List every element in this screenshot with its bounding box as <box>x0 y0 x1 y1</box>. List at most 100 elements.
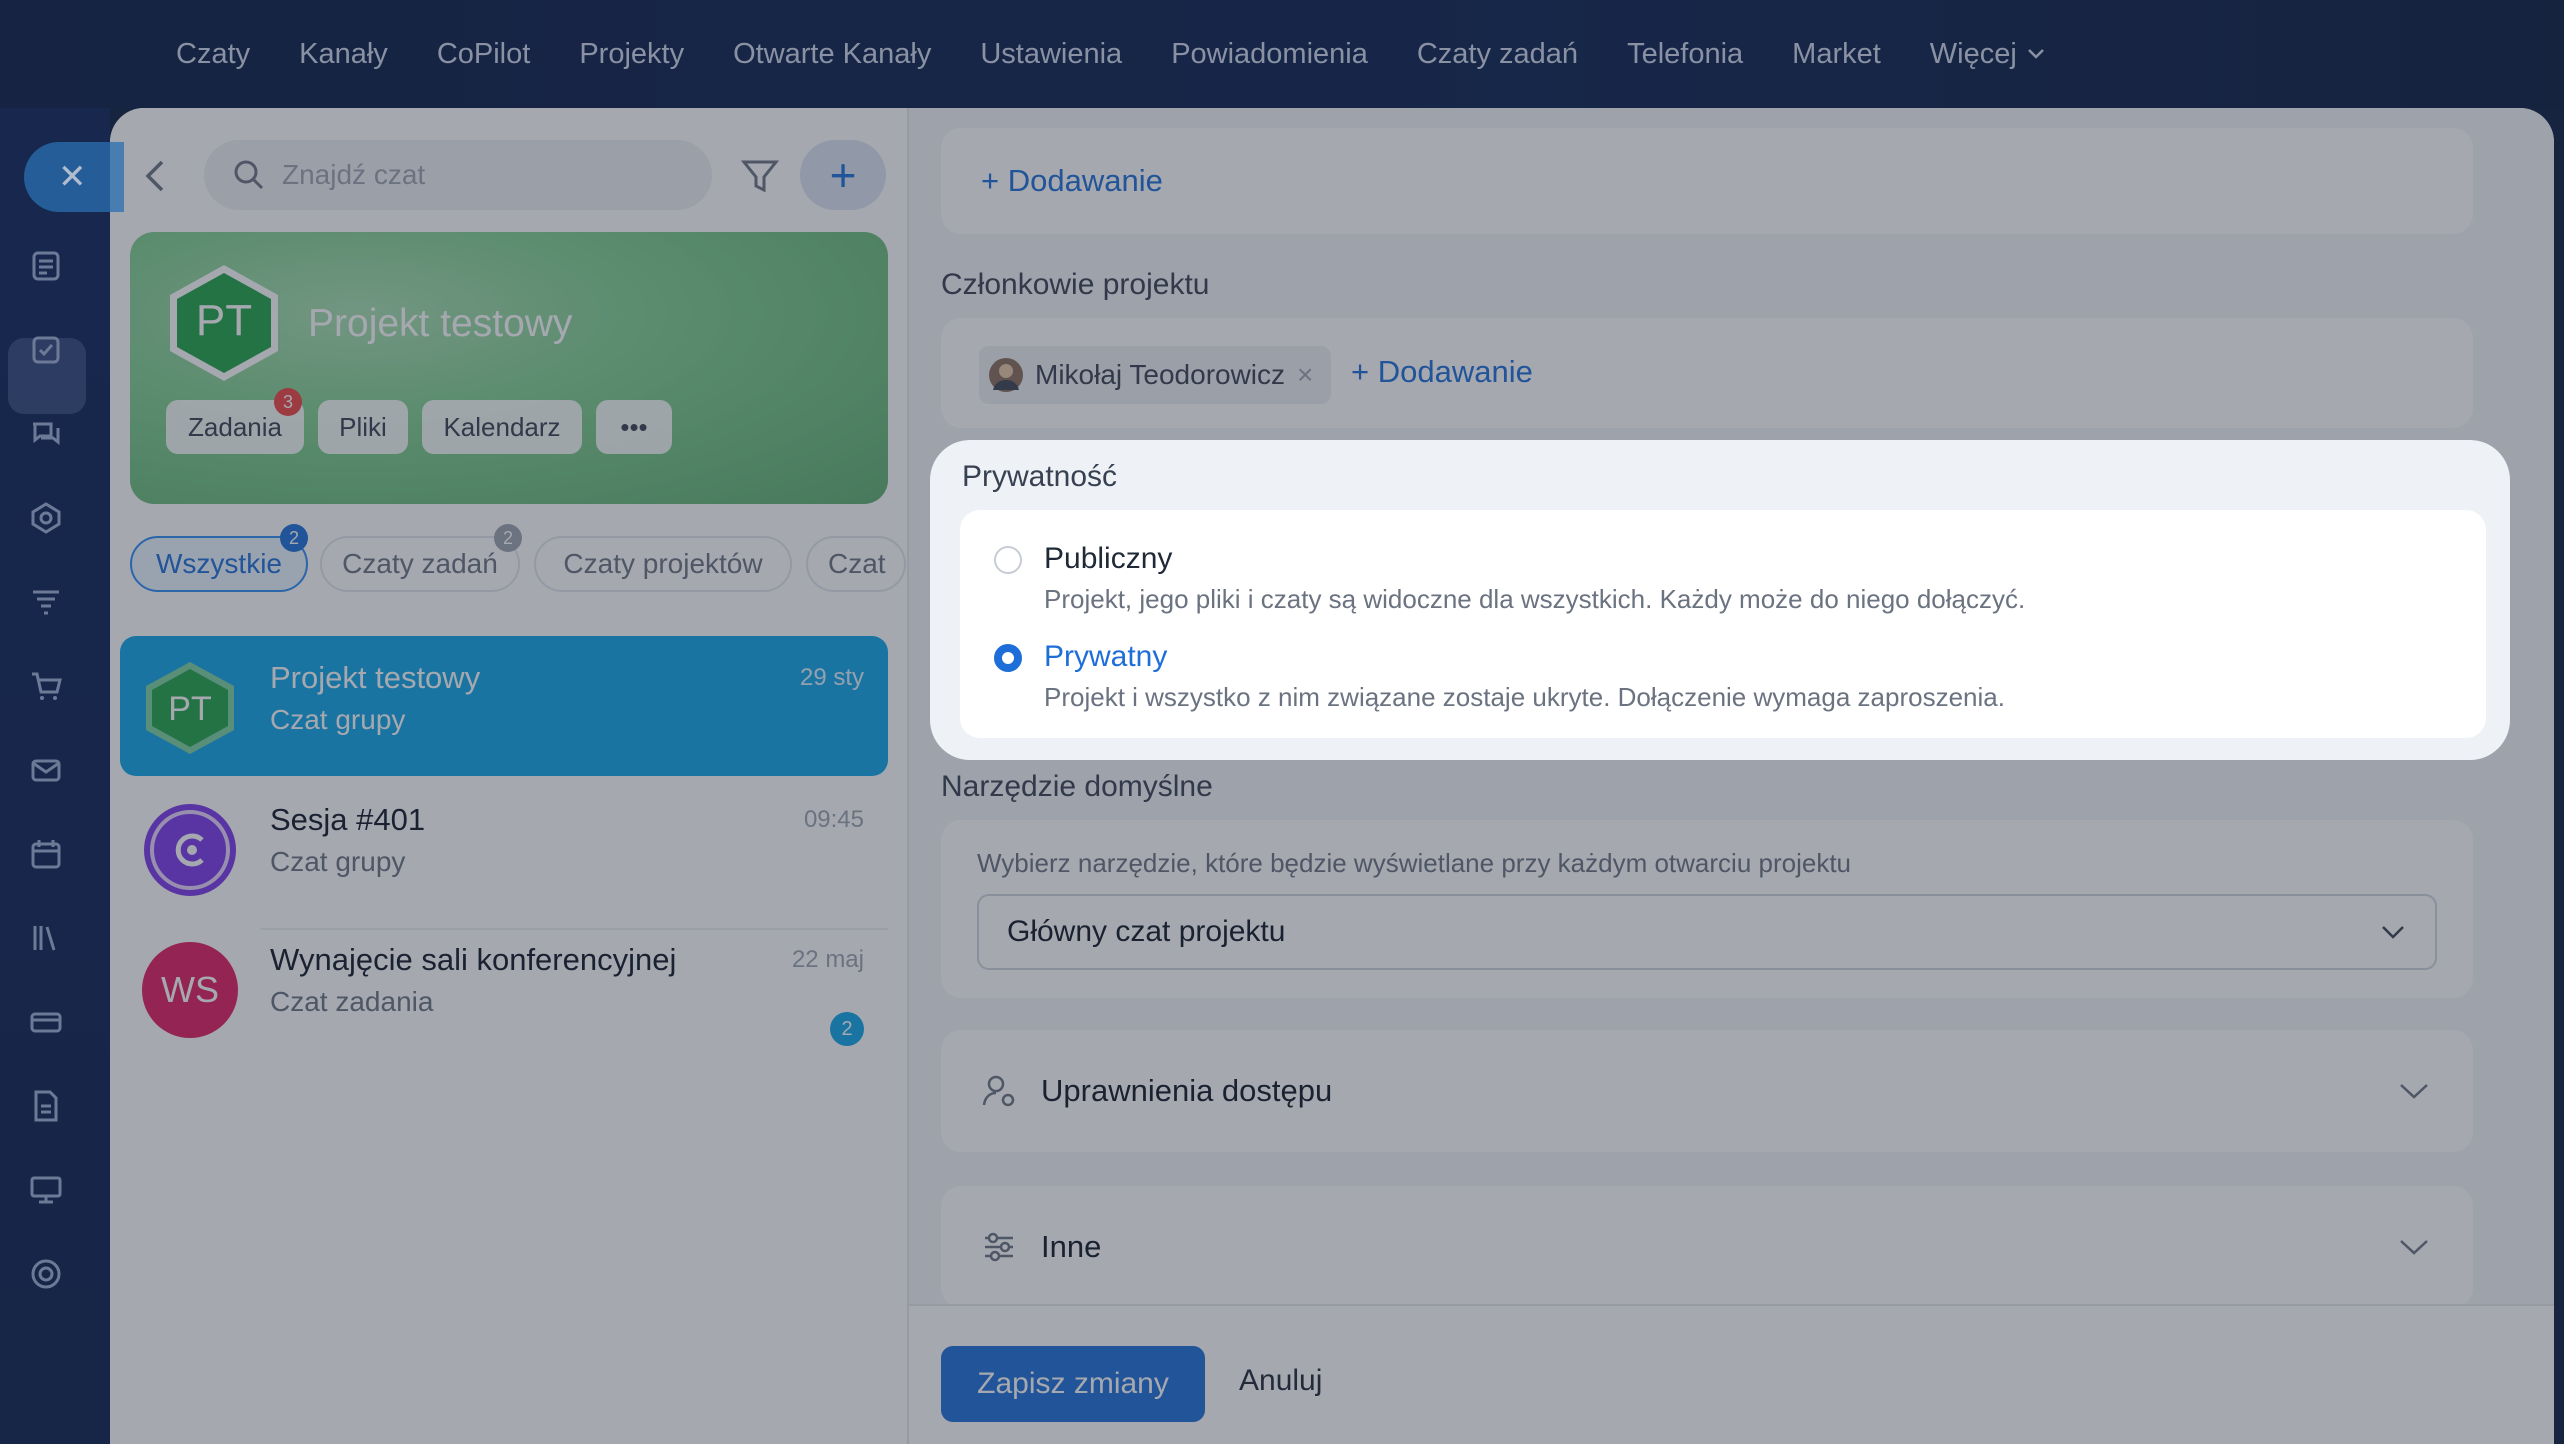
chat-subtitle: Czat grupy <box>270 704 406 735</box>
chat-time: 09:45 <box>803 806 864 833</box>
calendar-button[interactable]: Kalendarz <box>422 400 582 454</box>
access-permissions-label: Uprawnienia dostępu <box>1041 1073 1333 1108</box>
access-permissions-section[interactable]: Uprawnienia dostępu <box>941 1030 2473 1152</box>
more-button[interactable]: ••• <box>596 400 672 454</box>
nav-item-market[interactable]: Market <box>1792 38 1881 71</box>
library-icon[interactable] <box>26 918 66 958</box>
presentation-icon[interactable] <box>26 1170 66 1210</box>
top-navigation: Czaty Kanały CoPilot Projekty Otwarte Ka… <box>0 0 2564 108</box>
nav-item-copilot[interactable]: CoPilot <box>437 38 531 71</box>
chat-search[interactable] <box>204 140 712 210</box>
mail-icon[interactable] <box>26 750 66 790</box>
default-tool-select[interactable]: Główny czat projektu <box>977 894 2437 970</box>
filter-icon[interactable] <box>740 156 780 196</box>
form-footer: Zapisz zmiany Anuluj <box>909 1304 2554 1444</box>
search-input[interactable] <box>282 159 682 191</box>
default-tool-box: Wybierz narzędzie, które będzie wyświetl… <box>941 820 2473 998</box>
chat-name: Sesja #401 <box>270 802 426 837</box>
project-avatar-initials: PT <box>195 296 253 345</box>
other-section[interactable]: Inne <box>941 1186 2473 1308</box>
nav-item-chats[interactable]: Czaty <box>176 38 250 71</box>
chats-icon[interactable] <box>26 414 66 454</box>
save-changes-button[interactable]: Zapisz zmiany <box>941 1346 1205 1422</box>
default-tool-value: Główny czat projektu <box>1007 915 1286 948</box>
option-public-title[interactable]: Publiczny <box>1044 542 1172 576</box>
document-icon[interactable] <box>26 1086 66 1126</box>
nav-item-open-channels[interactable]: Otwarte Kanały <box>733 38 931 71</box>
chat-name: Wynajęcie sali konferencyjnej <box>270 942 677 977</box>
project-card-title: Projekt testowy <box>308 302 573 345</box>
project-settings-panel: + PT Projekt testowy Zadania 3 Pliki Kal… <box>110 108 2554 1444</box>
nav-item-settings[interactable]: Ustawienia <box>980 38 1122 71</box>
option-private-title[interactable]: Prywatny <box>1044 640 1167 674</box>
chat-subtitle: Czat grupy <box>270 846 406 877</box>
chat-row-project[interactable]: PT Projekt testowy Czat grupy 29 sty <box>120 636 888 776</box>
tasks-badge: 3 <box>274 388 302 416</box>
nav-item-channels[interactable]: Kanały <box>299 38 388 71</box>
close-icon: ✕ <box>58 158 87 196</box>
cancel-button[interactable]: Anuluj <box>1239 1364 1322 1398</box>
crm-icon[interactable] <box>26 498 66 538</box>
nav-item-more[interactable]: Więcej <box>1930 38 2045 71</box>
project-chat-initials: PT <box>168 690 212 728</box>
radio-public[interactable] <box>994 546 1022 574</box>
nav-item-notifications[interactable]: Powiadomienia <box>1171 38 1368 71</box>
files-button[interactable]: Pliki <box>318 400 408 454</box>
chat-row-conference[interactable]: WS Wynajęcie sali konferencyjnej Czat za… <box>120 918 888 1058</box>
chat-row-session[interactable]: Sesja #401 Czat grupy 09:45 <box>120 778 888 918</box>
session-avatar-icon <box>144 804 236 896</box>
sliders-icon <box>985 1232 1013 1262</box>
add-chat-button[interactable]: + <box>800 140 886 210</box>
chat-subtitle: Czat zadania <box>270 986 434 1017</box>
default-tool-hint: Wybierz narzędzie, które będzie wyświetl… <box>977 848 1852 878</box>
tab-task-chats[interactable]: Czaty zadań <box>320 536 520 592</box>
top-add-link[interactable]: + Dodawanie <box>981 163 1163 199</box>
chat-time: 29 sty <box>799 664 864 691</box>
chat-name: Projekt testowy <box>270 660 481 695</box>
remove-member-icon[interactable]: × <box>1297 359 1313 391</box>
members-label: Członkowie projektu <box>941 268 1210 301</box>
chevron-down-icon <box>2382 926 2404 939</box>
project-settings-form: + Dodawanie Członkowie projektu Mikołaj … <box>909 108 2554 1444</box>
member-avatar <box>989 358 1023 392</box>
nav-item-telephony[interactable]: Telefonia <box>1627 38 1743 71</box>
back-arrow-icon[interactable] <box>140 156 170 196</box>
feed-icon[interactable] <box>26 246 66 286</box>
user-settings-icon <box>982 1075 1015 1107</box>
app-sidebar <box>0 108 110 1444</box>
nav-more-label: Więcej <box>1929 37 2017 70</box>
tab-chats-truncated[interactable]: Czat <box>806 536 906 592</box>
default-tool-label: Narzędzie domyślne <box>941 770 1213 803</box>
funnel-icon[interactable] <box>26 582 66 622</box>
calendar-icon[interactable] <box>26 834 66 874</box>
option-public-desc: Projekt, jego pliki i czaty są widoczne … <box>1044 584 2026 614</box>
cart-icon[interactable] <box>26 666 66 706</box>
tab-task-chats-badge: 2 <box>494 524 522 552</box>
nav-item-task-chats[interactable]: Czaty zadań <box>1417 38 1578 71</box>
project-card: PT Projekt testowy <box>130 232 888 504</box>
tab-project-chats[interactable]: Czaty projektów <box>534 536 792 592</box>
card-icon[interactable] <box>26 1002 66 1042</box>
privacy-section: Prywatność Publiczny Projekt, jego pliki… <box>930 440 2510 760</box>
other-label: Inne <box>1041 1229 1102 1264</box>
members-box: Mikołaj Teodorowicz × + Dodawanie <box>941 318 2473 428</box>
close-panel-button[interactable]: ✕ <box>24 142 124 212</box>
chevron-down-icon <box>2400 1084 2428 1099</box>
target-icon[interactable] <box>26 1254 66 1294</box>
chevron-down-icon <box>2027 49 2044 59</box>
chevron-down-icon <box>2400 1240 2428 1255</box>
radio-private[interactable] <box>994 644 1022 672</box>
tab-all-badge: 2 <box>280 524 308 552</box>
chat-list-column: + PT Projekt testowy Zadania 3 Pliki Kal… <box>110 108 909 1444</box>
nav-item-projects[interactable]: Projekty <box>579 38 684 71</box>
add-member-link[interactable]: + Dodawanie <box>1351 354 1533 390</box>
chat-time: 22 maj <box>791 946 864 973</box>
unread-badge: 2 <box>830 1012 864 1046</box>
top-add-box: + Dodawanie <box>941 128 2473 234</box>
option-private-desc: Projekt i wszystko z nim związane zostaj… <box>1044 682 2005 712</box>
tasks-icon[interactable] <box>26 330 66 370</box>
member-chip[interactable]: Mikołaj Teodorowicz × <box>979 346 1332 404</box>
privacy-title: Prywatność <box>962 460 1118 493</box>
privacy-options: Publiczny Projekt, jego pliki i czaty są… <box>960 510 2486 738</box>
conference-avatar: WS <box>142 942 238 1038</box>
